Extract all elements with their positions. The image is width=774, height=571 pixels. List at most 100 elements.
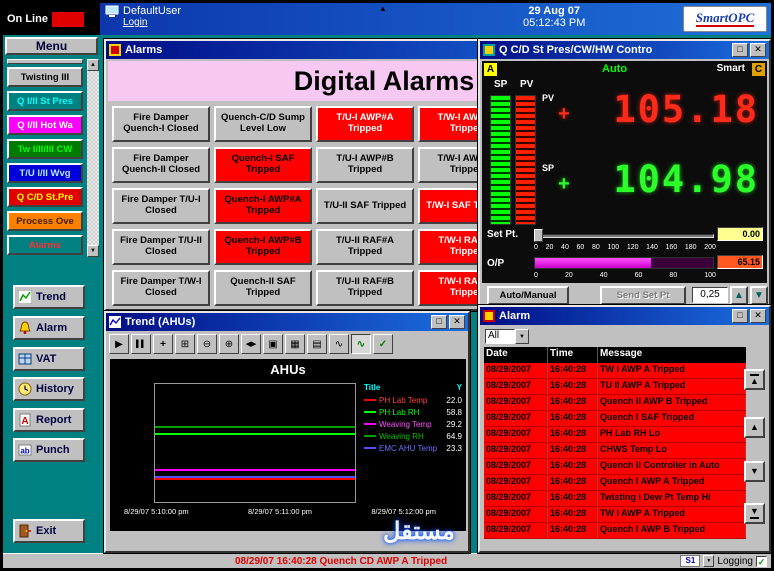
apply-check-icon[interactable]: ✓ xyxy=(373,334,393,354)
alarm-tile[interactable]: Fire Damper T/W-I Closed xyxy=(112,270,210,306)
scroll-to-top-icon[interactable]: ▲ xyxy=(744,369,765,390)
sidebar-item-q-hot-water[interactable]: Q I/II Hot Wa xyxy=(7,115,83,135)
nav-scroll-up-icon[interactable]: ▲ xyxy=(87,59,99,71)
online-status: On Line xyxy=(3,3,100,35)
trend-close-icon[interactable]: ✕ xyxy=(449,315,465,329)
punch-button[interactable]: ab Punch xyxy=(13,438,85,462)
setpoint-slider[interactable] xyxy=(534,229,714,242)
alarm-tile[interactable]: T/U-II RAF#B Tripped xyxy=(316,270,414,306)
nav-scroll-track[interactable] xyxy=(87,71,99,245)
alarm-row[interactable]: 08/29/2007 16:40:28 CHWS Temp Lo xyxy=(484,443,746,459)
plot-area[interactable] xyxy=(154,383,356,503)
chart-title: AHUs xyxy=(270,362,306,377)
tag-c-badge: C xyxy=(752,63,765,76)
auto-manual-button[interactable]: Auto/Manual xyxy=(487,286,569,305)
legend-item[interactable]: PH Lab RH 58.8 xyxy=(364,406,462,418)
sidebar-item-q-st-pres[interactable]: Q I/II St Pres xyxy=(7,91,83,111)
sidebar-item-tu-wvg[interactable]: T/U I/II Wvg xyxy=(7,163,83,183)
alarm-row[interactable]: 08/29/2007 16:40:28 TW I AWP A Tripped xyxy=(484,363,746,379)
report-button[interactable]: A Report xyxy=(13,408,85,432)
alarm-row[interactable]: 08/29/2007 16:40:28 Quench I AWP B Tripped xyxy=(484,523,746,539)
trend-maximize-icon[interactable]: □ xyxy=(431,315,447,329)
alarm-list-close-icon[interactable]: ✕ xyxy=(750,309,766,323)
nav-scrollbar[interactable]: ▲ ▼ xyxy=(87,59,99,257)
pan-icon[interactable]: ◀▶ xyxy=(241,334,261,354)
chart-mode-icon[interactable]: ∿ xyxy=(329,334,349,354)
report-icon: A xyxy=(19,413,31,427)
chart-mode-active-icon[interactable]: ∿ xyxy=(351,334,371,354)
exit-button[interactable]: Exit xyxy=(13,519,85,543)
cursor-crosshair-icon[interactable]: + xyxy=(153,334,173,354)
legend-item[interactable]: Weaving Temp 29.2 xyxy=(364,418,462,430)
alarm-row[interactable]: 08/29/2007 16:40:28 Quench II Controller i… xyxy=(484,459,746,475)
zoom-out-icon[interactable]: ⊖ xyxy=(197,334,217,354)
history-button[interactable]: History xyxy=(13,377,85,401)
nav-item-partial[interactable] xyxy=(7,59,83,64)
alarm-row[interactable]: 08/29/2007 16:40:28 TW I AWP A Tripped xyxy=(484,507,746,523)
scroll-up-icon[interactable]: ▲ xyxy=(744,417,765,438)
sidebar-item-process-overview[interactable]: Process Ove xyxy=(7,211,83,231)
zoom-in-icon[interactable]: ⊕ xyxy=(219,334,239,354)
decrement-icon[interactable]: ▼ xyxy=(750,286,768,305)
sidebar-item-twisting-iii[interactable]: Twisting III xyxy=(7,67,83,87)
alarm-row[interactable]: 08/29/2007 16:40:28 PH Lab RH Lo xyxy=(484,427,746,443)
nav-scroll-down-icon[interactable]: ▼ xyxy=(87,245,99,257)
alarm-tile[interactable]: Quench-I AWP#A Tripped xyxy=(214,188,312,224)
trend-button[interactable]: Trend xyxy=(13,285,85,309)
vat-button[interactable]: VAT xyxy=(13,347,85,371)
legend-item[interactable]: Weaving RH 64.9 xyxy=(364,430,462,442)
alarm-list-maximize-icon[interactable]: □ xyxy=(732,309,748,323)
sidebar-item-qcd-st-pre[interactable]: Q C/D St.Pre xyxy=(7,187,83,207)
alarm-tile[interactable]: Quench-I SAF Tripped xyxy=(214,147,312,183)
alarm-row[interactable]: 08/29/2007 16:40:28 Quench I SAF Tripped xyxy=(484,411,746,427)
alarm-tile[interactable]: T/U-I AWP#A Tripped xyxy=(316,106,414,142)
alarm-row[interactable]: 08/29/2007 16:40:28 TU II AWP A Tripped xyxy=(484,379,746,395)
alarm-filter-arrow-icon[interactable]: ▼ xyxy=(515,329,529,344)
logging-checkbox[interactable]: ✓ xyxy=(756,555,767,567)
alarm-tile[interactable]: Quench-I AWP#B Tripped xyxy=(214,229,312,265)
alarm-tile[interactable]: Quench-C/D Sump Level Low xyxy=(214,106,312,142)
save-icon[interactable]: ▦ xyxy=(285,334,305,354)
sp-led-bar xyxy=(490,95,511,225)
sidebar-item-alarms[interactable]: Alarms xyxy=(7,235,83,255)
setpoint-slider-track[interactable] xyxy=(534,234,714,238)
alarm-row[interactable]: 08/29/2007 16:40:28 Quench I AWP A Tripped xyxy=(484,475,746,491)
controller-window-titlebar[interactable]: Q C/D St Pres/CW/HW Contro □ ✕ xyxy=(480,41,769,59)
alarm-list-titlebar[interactable]: Alarm □ ✕ xyxy=(480,307,769,325)
trend-window-titlebar[interactable]: Trend (AHUs) □ ✕ xyxy=(106,313,468,331)
alarm-tile[interactable]: T/U-I AWP#B Tripped xyxy=(316,147,414,183)
send-setpoint-button[interactable]: Send Set Pt xyxy=(600,286,686,305)
scroll-to-bottom-icon[interactable]: ▼ xyxy=(744,503,765,524)
series-line-weaving-temp xyxy=(155,469,355,471)
pause-icon[interactable]: ▌▌ xyxy=(131,334,151,354)
alarm-row[interactable]: 08/29/2007 16:40:28 Twisting I Dew Pt Temp… xyxy=(484,491,746,507)
alarm-row[interactable]: 08/29/2007 16:40:28 Quench II AWP B Trippe… xyxy=(484,395,746,411)
alarm-tile[interactable]: T/U-II RAF#A Tripped xyxy=(316,229,414,265)
controller-maximize-icon[interactable]: □ xyxy=(732,43,748,57)
controller-close-icon[interactable]: ✕ xyxy=(750,43,766,57)
legend-item[interactable]: PH Lab Temp 22.0 xyxy=(364,394,462,406)
alarm-list-window: Alarm □ ✕ All ▼ Date Time Message 08/29/… xyxy=(478,305,771,553)
legend-item[interactable]: EMC AHU Temp 23.3 xyxy=(364,442,462,454)
alarm-tile[interactable]: Fire Damper T/U-I Closed xyxy=(112,188,210,224)
alarm-tile[interactable]: Fire Damper Quench-I Closed xyxy=(112,106,210,142)
increment-icon[interactable]: ▲ xyxy=(730,286,748,305)
zoom-area-icon[interactable]: ⊞ xyxy=(175,334,195,354)
alarm-filter-select[interactable]: All xyxy=(485,329,515,344)
alarm-table: Date Time Message 08/29/2007 16:40:28 TW I… xyxy=(484,347,746,539)
alarm-tile[interactable]: T/U-II SAF Tripped xyxy=(316,188,414,224)
alarm-tile[interactable]: Quench-II SAF Tripped xyxy=(214,270,312,306)
print-icon[interactable]: ▤ xyxy=(307,334,327,354)
play-icon[interactable]: ▶ xyxy=(109,334,129,354)
brand-logo: SmartOPC xyxy=(683,6,767,32)
alarm-tile[interactable]: Fire Damper T/U-II Closed xyxy=(112,229,210,265)
copy-icon[interactable]: ▣ xyxy=(263,334,283,354)
alarm-tile[interactable]: Fire Damper Quench-II Closed xyxy=(112,147,210,183)
status-dropdown-icon[interactable]: ▼ xyxy=(703,555,715,567)
scroll-down-icon[interactable]: ▼ xyxy=(744,461,765,482)
alarm-button[interactable]: Alarm xyxy=(13,316,85,340)
login-link[interactable]: Login xyxy=(123,17,181,28)
sidebar-item-tw-cw[interactable]: Tw I/II/III CW xyxy=(7,139,83,159)
setpoint-slider-thumb[interactable] xyxy=(534,229,543,242)
output-value: 65.15 xyxy=(717,255,763,269)
